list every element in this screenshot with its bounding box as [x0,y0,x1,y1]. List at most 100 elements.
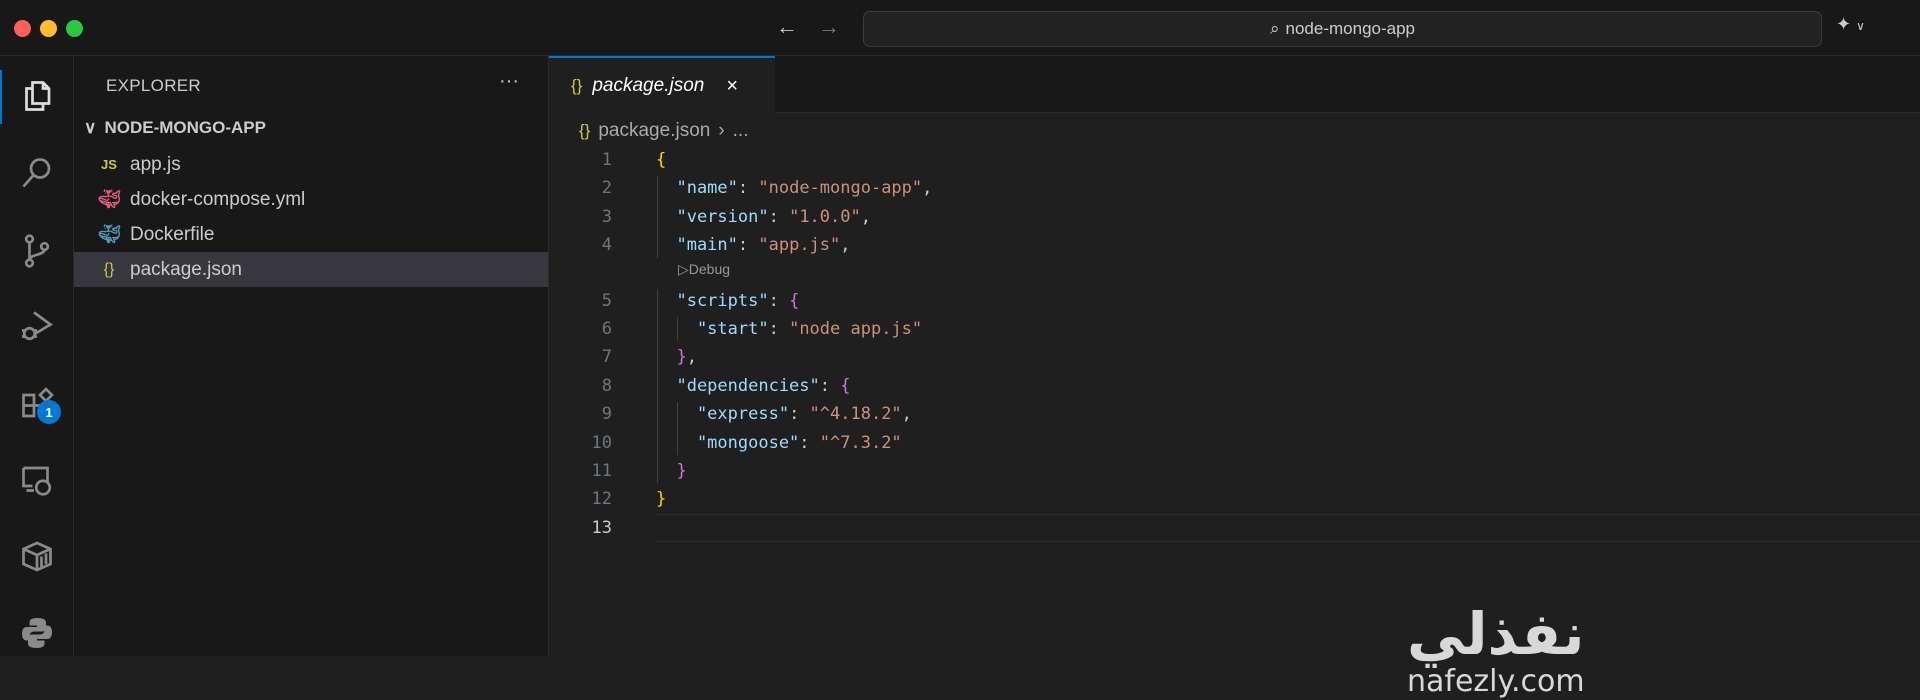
code-token: "node-mongo-app" [758,178,923,199]
copilot-chat-icon[interactable]: ✦ ∨ [1836,14,1865,35]
files-icon[interactable] [17,76,57,116]
indent-guide [657,288,658,484]
code-token: { [840,375,851,396]
file-item-app-js[interactable]: JS app.js [74,147,548,182]
watermark: نفذلي nafezly.com [1407,604,1585,700]
code-token: , [686,347,697,368]
file-name: Dockerfile [130,223,215,245]
folder-root[interactable]: ∨ NODE-MONGO-APP [84,118,266,138]
run-debug-icon[interactable] [17,306,57,346]
python-icon[interactable] [17,613,57,653]
chevron-right-icon: › [718,120,725,141]
editor-area: {} package.json × {} package.json › ... … [549,56,1920,699]
code-token: : [737,178,759,199]
indent-guide [657,176,658,258]
file-item-dockerfile[interactable]: 🐳︎ Dockerfile [74,217,548,252]
arrow-right-icon[interactable]: → [818,14,840,40]
code-token: : [768,206,790,227]
search-icon[interactable] [17,153,57,193]
line-number: 2 [601,178,612,199]
line-content: } [656,461,686,481]
containers-icon[interactable] [17,535,57,575]
code-line[interactable]: 6 "start": "node app.js" [549,315,1920,343]
watermark-arabic: نفذلي [1407,600,1585,668]
file-item-docker-compose[interactable]: 🐳︎ docker-compose.yml [74,182,548,217]
line-number: 1 [601,150,612,170]
indent-guide [677,317,678,342]
line-number: 10 [591,432,612,453]
code-token: , [860,206,871,227]
code-line[interactable]: 13 [549,513,1920,542]
remote-explorer-icon[interactable] [17,460,57,500]
code-token: "dependencies" [656,375,820,396]
code-line[interactable]: 2 "name": "node-mongo-app", [549,174,1920,202]
breadcrumb-file[interactable]: package.json [598,120,710,142]
file-item-package-json[interactable]: {} package.json [74,252,548,287]
tab-strip: {} package.json × [549,56,1920,114]
arrow-left-icon[interactable]: ← [776,14,798,40]
file-name: app.js [130,153,181,175]
code-token: : [799,432,820,453]
line-number: 3 [601,206,612,227]
line-number: 13 [591,517,612,538]
watermark-latin: nafezly.com [1407,664,1585,699]
current-line-highlight [656,513,1920,542]
code-token: "version" [656,206,769,227]
line-content: "scripts": { [656,291,799,311]
code-line[interactable]: 1{ [549,146,1920,174]
json-file-icon: {} [571,76,583,95]
line-number: 8 [601,375,612,396]
line-content: "main": "app.js", [656,235,850,256]
code-line[interactable]: 4 "main": "app.js", [549,231,1920,259]
line-number: 4 [601,235,612,256]
file-name: docker-compose.yml [130,188,306,210]
line-content: "name": "node-mongo-app", [656,178,932,198]
line-number: 9 [601,404,612,425]
code-line[interactable]: 10 "mongoose": "^7.3.2" [549,429,1920,457]
code-token: "^4.18.2" [809,404,902,425]
code-line[interactable]: 12} [549,485,1920,513]
code-token: : [768,290,790,311]
source-control-icon[interactable] [17,231,57,271]
line-content: "mongoose": "^7.3.2" [656,433,902,453]
close-window-button[interactable] [14,20,31,37]
search-text: node-mongo-app [1285,19,1415,38]
line-number: 6 [601,319,612,339]
code-line[interactable]: 9 "express": "^4.18.2", [549,400,1920,428]
explorer-title: EXPLORER [106,76,201,95]
code-line[interactable]: 11 } [549,457,1920,485]
line-number: 11 [591,461,612,481]
code-token: : [768,319,790,339]
code-token: "^7.3.2" [819,432,902,453]
maximize-window-button[interactable] [66,20,83,37]
file-name: package.json [130,258,242,280]
code-token: } [656,347,687,368]
breadcrumb: {} package.json › ... [579,120,749,142]
breadcrumb-more[interactable]: ... [733,120,749,142]
line-content: "dependencies": { [656,375,851,396]
line-content: "start": "node app.js" [656,319,922,339]
code-token: "express" [656,404,790,425]
code-line[interactable]: 5 "scripts": { [549,287,1920,315]
indent-guide [677,402,678,455]
code-line[interactable]: 7 }, [549,343,1920,371]
code-line[interactable]: 8 "dependencies": { [549,372,1920,400]
debug-codelens[interactable]: ▷Debug [678,261,730,278]
code-token: "node app.js" [789,319,923,339]
code-line[interactable]: 3 "version": "1.0.0", [549,203,1920,231]
code-token: "app.js" [758,235,841,256]
code-token: "start" [656,319,769,339]
minimize-window-button[interactable] [40,20,57,37]
code-token: : [789,404,810,425]
search-icon: ⌕ [1269,19,1280,38]
docker-icon: 🐳︎ [98,224,121,244]
tab-package-json[interactable]: {} package.json × [549,56,775,114]
js-file-icon: JS [101,157,117,172]
more-actions-button[interactable]: ··· [499,70,519,93]
command-center-search[interactable]: ⌕ node-mongo-app [863,11,1822,47]
explorer-sidebar: EXPLORER ··· ∨ NODE-MONGO-APP JS app.js … [74,56,549,656]
line-content: "version": "1.0.0", [656,207,871,227]
code-token: "main" [656,235,738,256]
close-icon[interactable]: × [726,75,738,98]
chevron-down-icon: ∨ [84,118,97,137]
